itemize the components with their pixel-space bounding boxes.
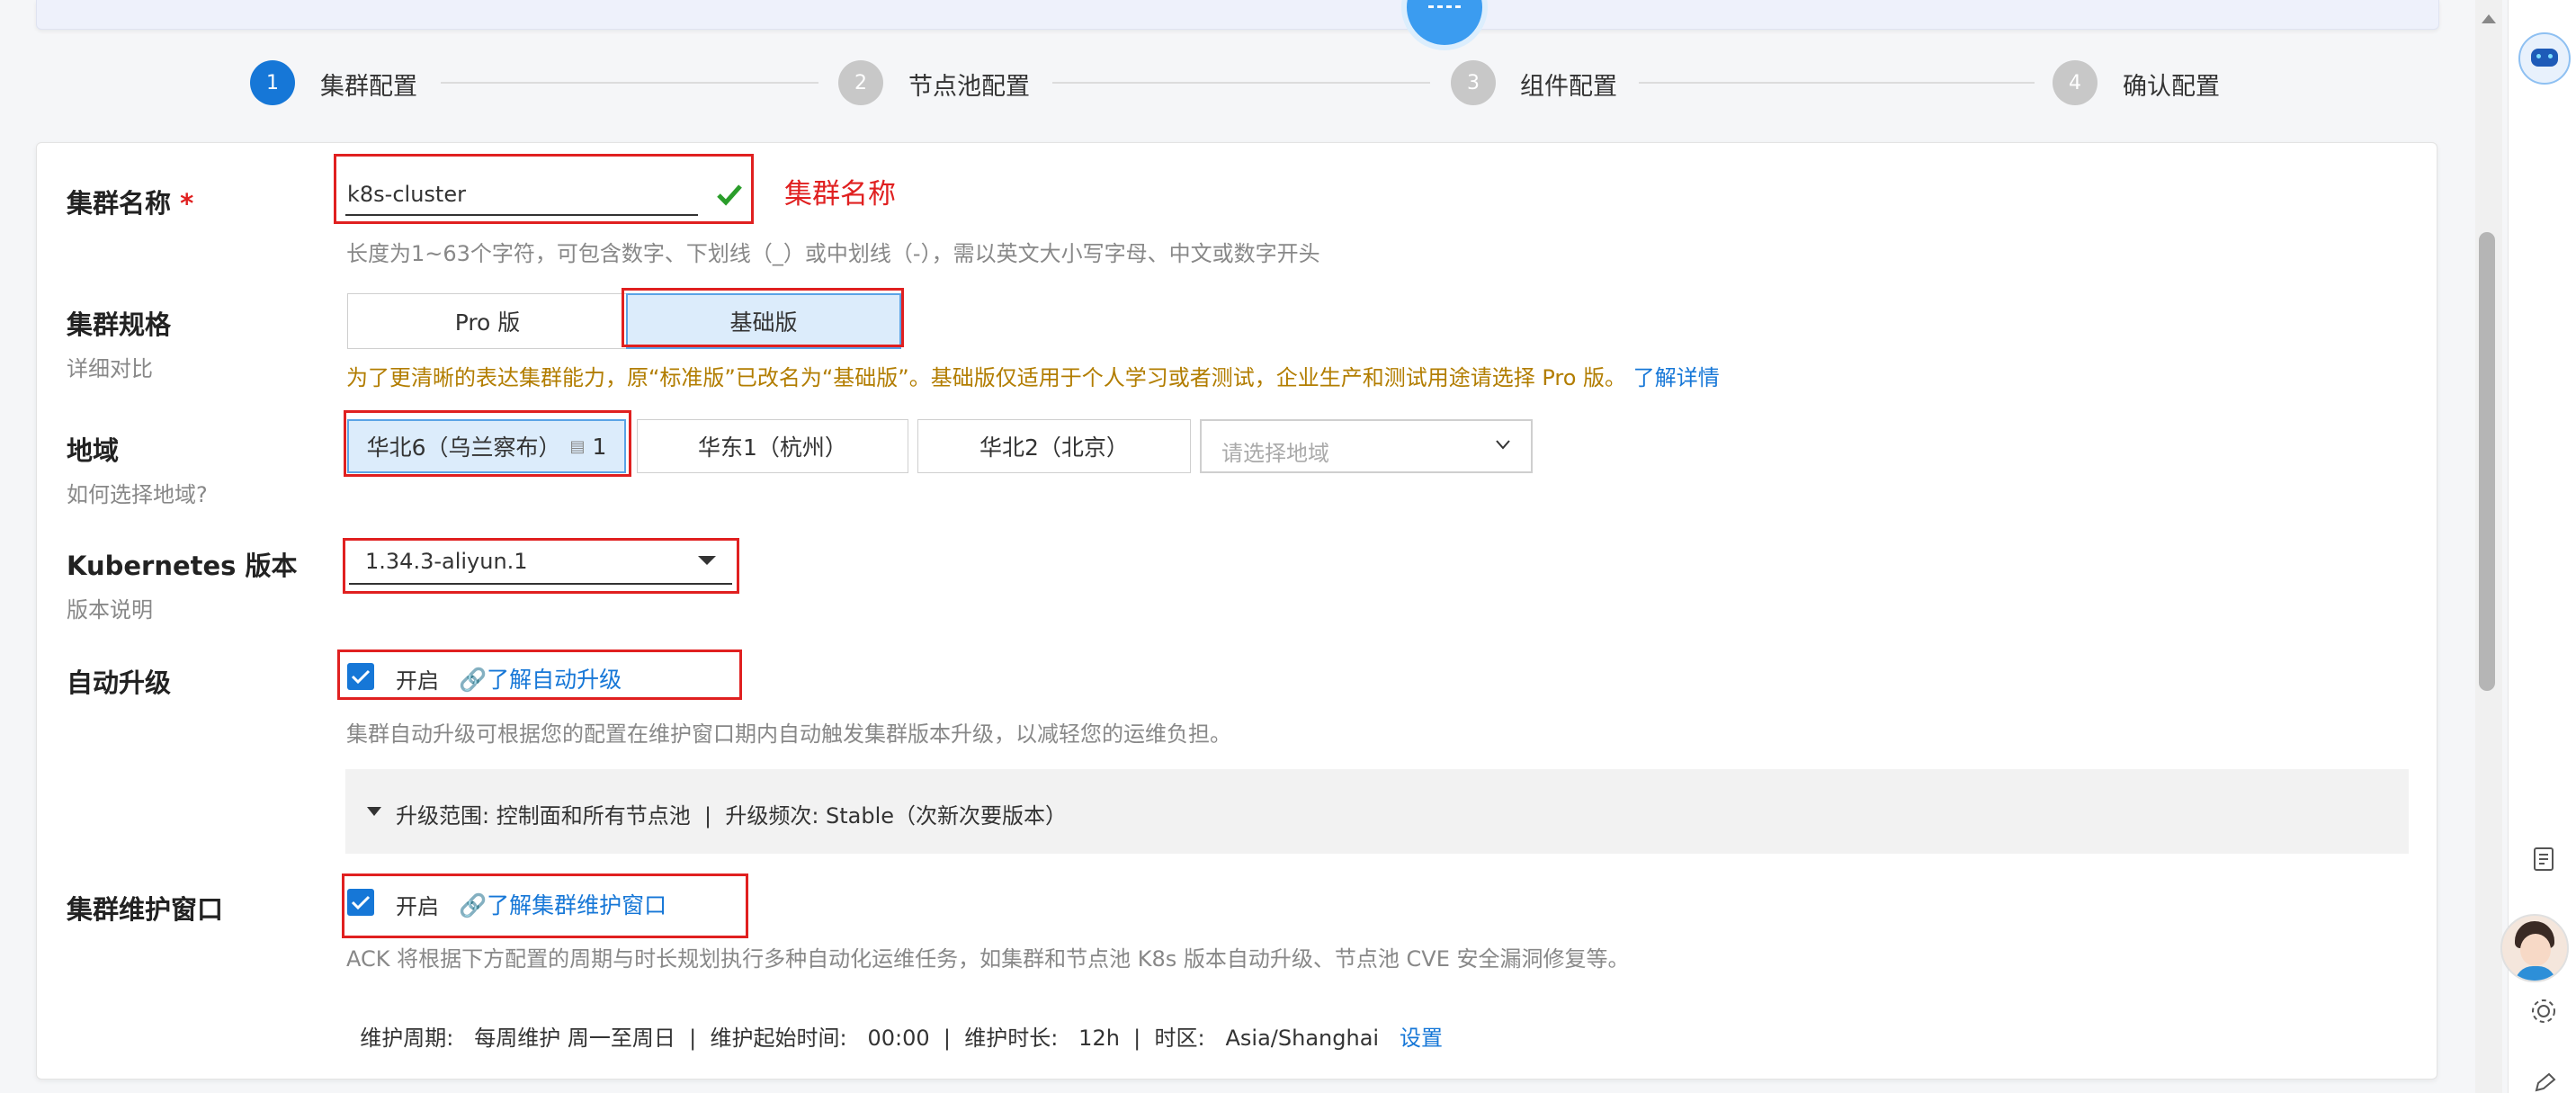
assistant-bubble-icon[interactable] [1401, 0, 1488, 50]
checkmark-icon [351, 895, 371, 910]
auto-upgrade-help: 集群自动升级可根据您的配置在维护窗口期内自动触发集群版本升级，以减轻您的运维负担… [346, 721, 1231, 747]
link-icon: 🔗 [459, 892, 487, 918]
spec-notice-link[interactable]: 了解详情 [1633, 365, 1720, 390]
maintenance-checkbox[interactable] [347, 889, 374, 916]
chevron-down-icon [1496, 440, 1510, 450]
k8s-version-select[interactable]: 1.34.3-aliyun.1 [349, 542, 732, 585]
cluster-spec-label: 集群规格 [67, 309, 172, 340]
region-highlight [344, 410, 631, 477]
step-3-circle: 3 [1451, 60, 1496, 105]
cluster-spec-compare-link[interactable]: 详细对比 [67, 351, 153, 382]
document-icon[interactable] [2531, 846, 2558, 873]
step-4-label: 确认配置 [2123, 73, 2220, 101]
spec-highlight [622, 288, 904, 347]
upgrade-details-panel[interactable]: 升级范围: 控制面和所有节点池 | 升级频次: Stable（次新次要版本） [345, 769, 2409, 854]
maintenance-enable-label: 开启 [396, 894, 439, 919]
auto-upgrade-enable-label: 开启 [396, 668, 439, 694]
maintenance-learn-link[interactable]: 🔗了解集群维护窗口 [459, 888, 666, 920]
caret-down-icon [698, 556, 716, 565]
region-select[interactable]: 请选择地域 [1200, 419, 1533, 473]
checkmark-icon [351, 669, 371, 685]
robot-assistant-icon[interactable] [2518, 32, 2571, 85]
auto-upgrade-learn-link[interactable]: 🔗了解自动升级 [459, 662, 622, 694]
support-avatar[interactable] [2500, 914, 2569, 982]
step-2-circle: 2 [838, 60, 883, 105]
cluster-name-label: 集群名称 * [67, 188, 194, 219]
gear-icon[interactable] [2529, 997, 2558, 1026]
step-connector [1639, 82, 2035, 84]
cluster-name-input[interactable]: k8s-cluster [345, 176, 698, 216]
auto-upgrade-checkbox[interactable] [347, 663, 374, 690]
step-connector [1052, 82, 1430, 84]
region-option-hangzhou[interactable]: 华东1（杭州） [637, 419, 908, 473]
spec-option-pro[interactable]: Pro 版 [347, 293, 628, 349]
edit-icon[interactable] [2533, 1072, 2556, 1092]
maintenance-summary: 维护周期: 每周维护 周一至周日 | 维护起始时间: 00:00 | 维护时长:… [360, 1026, 1443, 1051]
step-2-label: 节点池配置 [908, 73, 1030, 101]
auto-upgrade-label: 自动升级 [67, 667, 172, 698]
maintenance-help: ACK 将根据下方配置的周期与时长规划执行多种自动化运维任务，如集群和节点池 K… [346, 946, 1630, 972]
region-option-beijing[interactable]: 华北2（北京） [917, 419, 1191, 473]
region-label: 地域 [67, 435, 120, 466]
k8s-version-label: Kubernetes 版本 [67, 551, 298, 581]
step-connector [441, 82, 818, 84]
scroll-thumb[interactable] [2479, 232, 2495, 691]
link-icon: 🔗 [459, 667, 487, 693]
expand-caret-icon [367, 807, 381, 816]
step-1-label: 集群配置 [320, 73, 417, 101]
check-icon [717, 184, 742, 206]
step-1-circle: 1 [250, 60, 295, 105]
step-4-circle: 4 [2053, 60, 2097, 105]
maintenance-settings-link[interactable]: 设置 [1400, 1026, 1443, 1051]
step-3-label: 组件配置 [1520, 73, 1617, 101]
cluster-name-help: 长度为1~63个字符，可包含数字、下划线（_）或中划线（-），需以英文大小写字母… [346, 241, 1320, 266]
spec-notice: 为了更清晰的表达集群能力，原“标准版”已改名为“基础版”。基础版仅适用于个人学习… [346, 365, 1720, 390]
region-help-link[interactable]: 如何选择地域? [67, 477, 208, 508]
scroll-up-icon[interactable] [2480, 13, 2498, 25]
top-banner [36, 0, 2439, 30]
cluster-name-annotation: 集群名称 [784, 178, 896, 211]
maintenance-label: 集群维护窗口 [67, 894, 224, 925]
k8s-version-notes-link[interactable]: 版本说明 [67, 592, 153, 623]
cluster-config-card [36, 142, 2437, 1080]
